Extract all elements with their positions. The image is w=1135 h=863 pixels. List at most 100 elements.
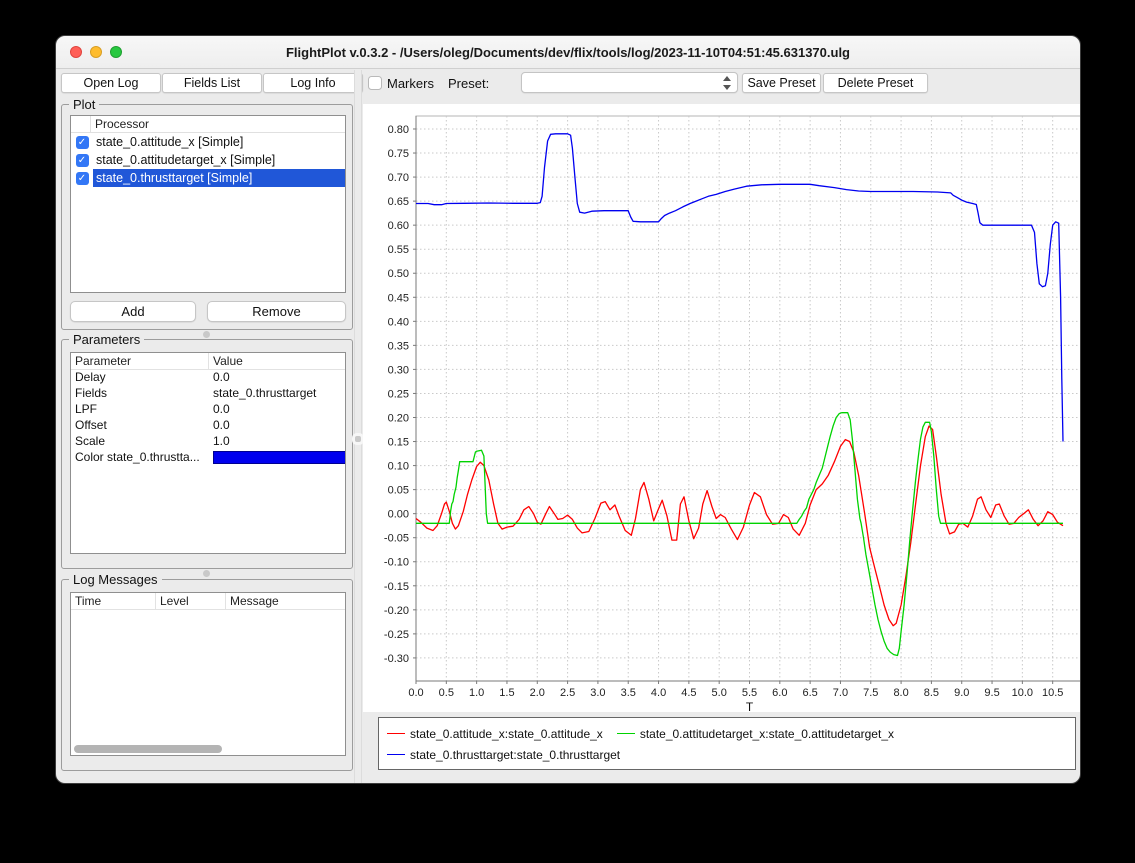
x-tick-label: 7.0 <box>833 687 848 699</box>
x-tick-label: 0.0 <box>408 687 423 699</box>
y-tick-label: 0.50 <box>388 268 409 280</box>
parameter-name: Fields <box>71 386 209 402</box>
y-tick-label: 0.75 <box>388 148 409 160</box>
parameter-row[interactable]: Scale1.0 <box>71 434 345 450</box>
y-tick-label: 0.10 <box>388 461 409 473</box>
x-tick-label: 0.5 <box>439 687 454 699</box>
y-tick-label: -0.25 <box>384 629 409 641</box>
x-tick-label: 5.5 <box>742 687 757 699</box>
vertical-splitter[interactable] <box>354 70 362 784</box>
chart-legend: state_0.attitude_x:state_0.attitude_xsta… <box>378 717 1076 770</box>
open-log-button[interactable]: Open Log <box>61 73 161 93</box>
log-info-button[interactable]: Log Info <box>263 73 363 93</box>
y-tick-label: 0.40 <box>388 316 409 328</box>
parameter-name: Color state_0.thrustta... <box>71 450 209 466</box>
parameter-name: Delay <box>71 370 209 386</box>
parameters-panel: Parameters Parameter Value Delay0.0Field… <box>61 339 353 569</box>
x-tick-label: 6.5 <box>802 687 817 699</box>
y-tick-label: -0.15 <box>384 581 409 593</box>
parameter-value[interactable] <box>209 450 345 466</box>
splitter-handle[interactable] <box>203 570 210 577</box>
save-preset-button[interactable]: Save Preset <box>742 73 821 93</box>
parameters-table-header: Parameter Value <box>71 353 345 370</box>
parameter-value[interactable]: 1.0 <box>209 434 345 450</box>
x-tick-label: 9.5 <box>984 687 999 699</box>
legend-entry: state_0.thrusttarget:state_0.thrusttarge… <box>387 744 620 765</box>
item-checkbox[interactable]: ✓ <box>76 136 89 149</box>
x-tick-label: 8.0 <box>893 687 908 699</box>
time-column-header: Time <box>71 593 156 609</box>
processor-column-header: Processor <box>91 117 149 131</box>
add-button[interactable]: Add <box>70 301 196 322</box>
parameter-value[interactable]: 0.0 <box>209 402 345 418</box>
y-tick-label: 0.15 <box>388 437 409 449</box>
y-tick-label: 0.05 <box>388 485 409 497</box>
processor-list[interactable]: Processor ✓ state_0.attitude_x [Simple] ✓ s… <box>70 115 346 293</box>
remove-button[interactable]: Remove <box>207 301 346 322</box>
app-window: FlightPlot v.0.3.2 - /Users/oleg/Documen… <box>55 35 1081 784</box>
parameter-value[interactable]: 0.0 <box>209 370 345 386</box>
delete-preset-button[interactable]: Delete Preset <box>823 73 928 93</box>
preset-combobox[interactable] <box>521 72 738 93</box>
log-messages-panel-title: Log Messages <box>69 572 162 587</box>
markers-label: Markers <box>387 76 434 91</box>
processor-list-item[interactable]: ✓ state_0.attitudetarget_x [Simple] <box>71 151 345 169</box>
y-tick-label: -0.30 <box>384 653 409 665</box>
parameter-value[interactable]: 0.0 <box>209 418 345 434</box>
item-checkbox[interactable]: ✓ <box>76 172 89 185</box>
vertical-splitter-handle[interactable] <box>355 436 361 442</box>
x-tick-label: 8.5 <box>924 687 939 699</box>
x-axis-label: T <box>746 700 754 712</box>
parameter-name: LPF <box>71 402 209 418</box>
parameter-row[interactable]: Delay0.0 <box>71 370 345 386</box>
x-tick-label: 5.0 <box>712 687 727 699</box>
item-label[interactable]: state_0.attitudetarget_x [Simple] <box>93 151 345 169</box>
x-tick-label: 6.0 <box>772 687 787 699</box>
parameter-row[interactable]: Offset0.0 <box>71 418 345 434</box>
y-tick-label: -0.05 <box>384 533 409 545</box>
color-swatch[interactable] <box>213 451 345 464</box>
y-tick-label: -0.20 <box>384 605 409 617</box>
markers-checkbox[interactable] <box>368 76 382 90</box>
parameters-table[interactable]: Parameter Value Delay0.0Fieldsstate_0.th… <box>70 352 346 554</box>
y-tick-label: 0.55 <box>388 244 409 256</box>
y-tick-label: 0.80 <box>388 124 409 136</box>
x-tick-label: 1.5 <box>499 687 514 699</box>
preset-label: Preset: <box>448 76 489 91</box>
legend-entry: state_0.attitudetarget_x:state_0.attitud… <box>617 723 894 744</box>
scrollbar-thumb[interactable] <box>74 745 222 753</box>
value-column-header: Value <box>209 353 345 369</box>
item-label[interactable]: state_0.thrusttarget [Simple] <box>93 169 345 187</box>
chart-panel[interactable]: 0.00.51.01.52.02.53.03.54.04.55.05.56.06… <box>363 104 1081 712</box>
processor-list-item[interactable]: ✓ state_0.thrusttarget [Simple] <box>71 169 345 187</box>
legend-entry: state_0.attitude_x:state_0.attitude_x <box>387 723 603 744</box>
parameter-row[interactable]: Fieldsstate_0.thrusttarget <box>71 386 345 402</box>
y-tick-label: 0.70 <box>388 172 409 184</box>
processor-list-header: Processor <box>71 116 345 133</box>
splitter-handle[interactable] <box>203 331 210 338</box>
flight-chart[interactable]: 0.00.51.01.52.02.53.03.54.04.55.05.56.06… <box>363 104 1081 712</box>
parameters-panel-title: Parameters <box>69 332 144 347</box>
title-bar[interactable]: FlightPlot v.0.3.2 - /Users/oleg/Documen… <box>56 36 1080 69</box>
processor-list-item[interactable]: ✓ state_0.attitude_x [Simple] <box>71 133 345 151</box>
x-tick-label: 10.0 <box>1012 687 1033 699</box>
y-tick-label: 0.25 <box>388 388 409 400</box>
combo-stepper-icon[interactable] <box>722 75 733 91</box>
x-tick-label: 2.5 <box>560 687 575 699</box>
fields-list-button[interactable]: Fields List <box>162 73 262 93</box>
message-column-header: Message <box>226 593 345 609</box>
legend-label: state_0.attitude_x:state_0.attitude_x <box>410 727 603 741</box>
parameter-row[interactable]: Color state_0.thrustta... <box>71 450 345 466</box>
parameter-row[interactable]: LPF0.0 <box>71 402 345 418</box>
log-messages-table[interactable]: Time Level Message <box>70 592 346 756</box>
y-tick-label: 0.20 <box>388 412 409 424</box>
parameter-column-header: Parameter <box>71 353 209 369</box>
item-checkbox[interactable]: ✓ <box>76 154 89 167</box>
item-label[interactable]: state_0.attitude_x [Simple] <box>93 133 345 151</box>
y-tick-label: 0.60 <box>388 220 409 232</box>
x-tick-label: 4.5 <box>681 687 696 699</box>
y-tick-label: 0.65 <box>388 196 409 208</box>
parameter-value[interactable]: state_0.thrusttarget <box>209 386 345 402</box>
horizontal-scrollbar[interactable] <box>72 745 344 753</box>
preset-input[interactable] <box>526 74 716 91</box>
